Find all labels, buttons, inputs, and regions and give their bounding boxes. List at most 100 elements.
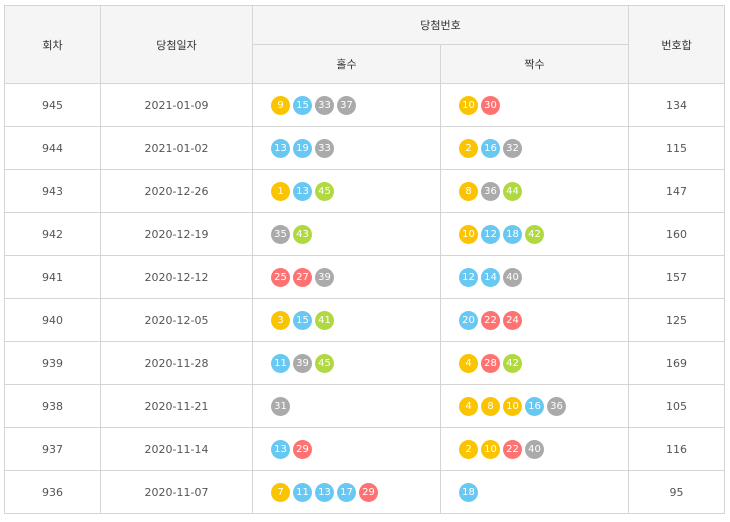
round-cell: 945 [4,83,101,127]
even-numbers-cell: 4 8 10 16 36 [439,384,630,428]
sum-cell: 160 [628,212,726,256]
lotto-ball: 25 [271,267,290,287]
odd-numbers-cell: 13 19 33 [252,126,441,170]
table-row: 943 2020-12-26 1 13 45 8 36 44 147 [4,169,726,213]
lotto-ball: 13 [271,138,290,158]
lotto-ball: 12 [481,224,500,244]
even-numbers-cell: 20 22 24 [439,298,630,342]
lotto-ball: 32 [503,138,522,158]
lotto-ball: 13 [293,181,312,201]
lotto-ball: 11 [271,353,290,373]
lotto-ball: 4 [459,353,478,373]
lotto-ball: 44 [503,181,522,201]
date-cell: 2020-12-19 [100,212,253,256]
lotto-ball: 19 [293,138,312,158]
even-numbers-cell: 10 30 [439,83,630,127]
lotto-ball: 39 [293,353,312,373]
lotto-ball: 42 [503,353,522,373]
round-cell: 940 [4,298,101,342]
date-cell: 2021-01-02 [100,126,253,170]
lotto-results-table: 회차 당첨일자 당첨번호 번호합 홀수 짝수 945 2021-01-09 9 15 3… [4,5,726,514]
lotto-ball: 27 [293,267,312,287]
date-cell: 2020-11-14 [100,427,253,471]
lotto-ball: 15 [293,95,312,115]
even-numbers-cell: 12 14 40 [439,255,630,299]
odd-numbers-cell: 11 39 45 [252,341,441,385]
lotto-ball: 18 [503,224,522,244]
table-row: 936 2020-11-07 7 11 13 17 29 18 95 [4,470,726,514]
date-cell: 2020-12-12 [100,255,253,299]
header-round: 회차 [4,5,101,84]
page: 회차 당첨일자 당첨번호 번호합 홀수 짝수 945 2021-01-09 9 15 3… [0,0,730,522]
round-cell: 943 [4,169,101,213]
table-row: 944 2021-01-02 13 19 33 2 16 32 115 [4,126,726,170]
odd-numbers-cell: 31 [252,384,441,428]
header-odd: 홀수 [252,44,441,84]
even-numbers-cell: 18 [439,470,630,514]
table-row: 937 2020-11-14 13 29 2 10 22 40 116 [4,427,726,471]
lotto-ball: 8 [481,396,500,416]
lotto-ball: 11 [293,482,312,502]
header-sum: 번호합 [628,5,726,84]
lotto-ball: 10 [503,396,522,416]
lotto-ball: 17 [337,482,356,502]
odd-numbers-cell: 13 29 [252,427,441,471]
lotto-ball: 10 [459,224,478,244]
round-cell: 939 [4,341,101,385]
date-cell: 2021-01-09 [100,83,253,127]
header-even: 짝수 [439,44,630,84]
lotto-ball: 2 [459,138,478,158]
date-cell: 2020-12-05 [100,298,253,342]
lotto-ball: 2 [459,439,478,459]
lotto-ball: 28 [481,353,500,373]
lotto-ball: 29 [359,482,378,502]
even-numbers-cell: 2 10 22 40 [439,427,630,471]
lotto-ball: 10 [459,95,478,115]
sum-cell: 169 [628,341,726,385]
odd-numbers-cell: 7 11 13 17 29 [252,470,441,514]
odd-numbers-cell: 9 15 33 37 [252,83,441,127]
lotto-ball: 36 [547,396,566,416]
lotto-ball: 13 [315,482,334,502]
sum-cell: 105 [628,384,726,428]
header-winning-numbers: 당첨번호 [251,5,630,45]
lotto-ball: 20 [459,310,478,330]
lotto-ball: 3 [271,310,290,330]
table-row: 941 2020-12-12 25 27 39 12 14 40 157 [4,255,726,299]
sum-cell: 147 [628,169,726,213]
table-row: 945 2021-01-09 9 15 33 37 10 30 134 [4,83,726,127]
date-cell: 2020-11-28 [100,341,253,385]
date-cell: 2020-12-26 [100,169,253,213]
lotto-ball: 8 [459,181,478,201]
lotto-ball: 15 [293,310,312,330]
header-date: 당첨일자 [100,5,253,84]
lotto-ball: 12 [459,267,478,287]
lotto-ball: 31 [271,396,290,416]
lotto-ball: 42 [525,224,544,244]
lotto-ball: 33 [315,138,334,158]
lotto-ball: 9 [271,95,290,115]
lotto-ball: 18 [459,482,478,502]
lotto-ball: 16 [525,396,544,416]
lotto-ball: 30 [481,95,500,115]
lotto-ball: 40 [525,439,544,459]
lotto-ball: 10 [481,439,500,459]
date-cell: 2020-11-21 [100,384,253,428]
even-numbers-cell: 4 28 42 [439,341,630,385]
odd-numbers-cell: 1 13 45 [252,169,441,213]
lotto-ball: 35 [271,224,290,244]
lotto-ball: 16 [481,138,500,158]
even-numbers-cell: 2 16 32 [439,126,630,170]
odd-numbers-cell: 35 43 [252,212,441,256]
lotto-ball: 41 [315,310,334,330]
lotto-ball: 45 [315,353,334,373]
lotto-ball: 37 [337,95,356,115]
lotto-ball: 40 [503,267,522,287]
even-numbers-cell: 10 12 18 42 [439,212,630,256]
round-cell: 942 [4,212,101,256]
table-row: 940 2020-12-05 3 15 41 20 22 24 125 [4,298,726,342]
sum-cell: 125 [628,298,726,342]
lotto-ball: 22 [503,439,522,459]
lotto-ball: 36 [481,181,500,201]
lotto-ball: 7 [271,482,290,502]
